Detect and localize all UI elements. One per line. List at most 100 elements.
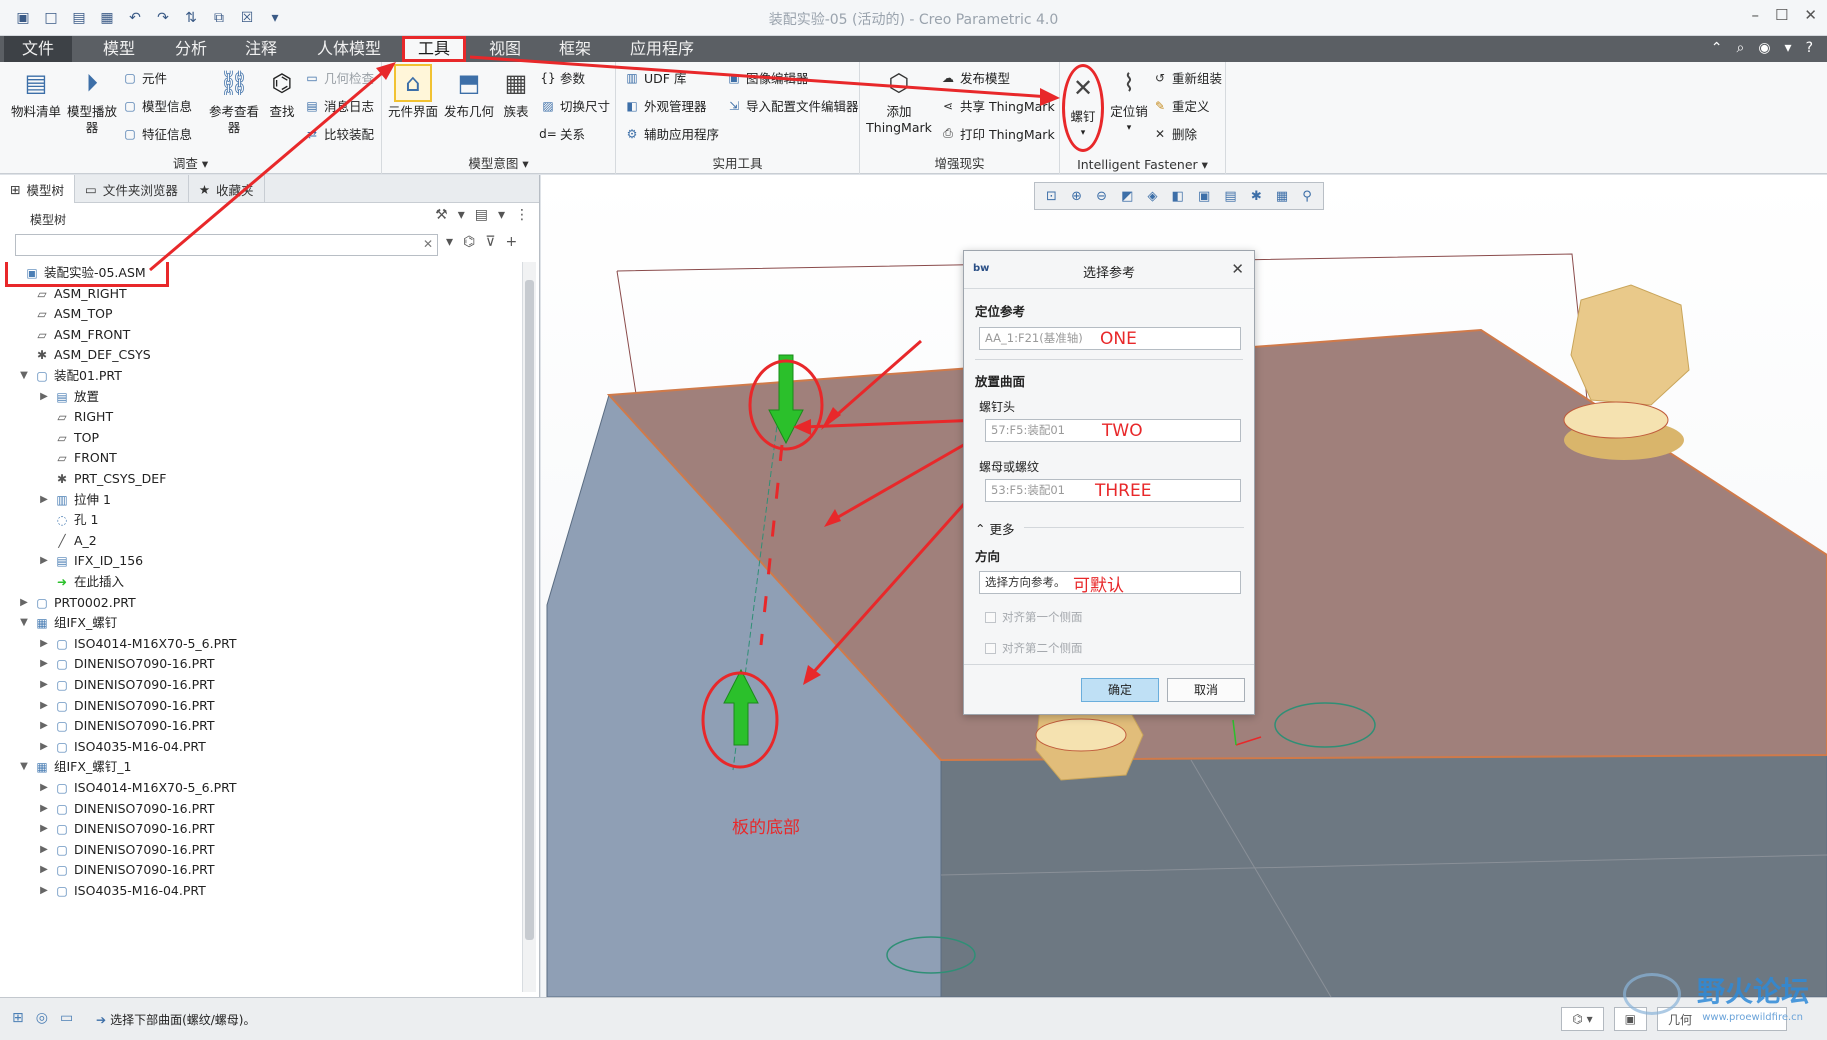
tree-expander[interactable]: ▶ xyxy=(38,859,50,881)
tree-node[interactable]: ▱ ASM_FRONT xyxy=(18,324,130,346)
image-editor-button[interactable]: ▣ 图像编辑器 xyxy=(726,68,808,87)
ribbon-group-label[interactable]: 模型意图 ▾ xyxy=(382,153,615,172)
selection-tool[interactable]: ⌬ ▾ xyxy=(1561,1007,1604,1031)
tree-expander[interactable]: ▶ xyxy=(38,386,50,408)
family-table-button[interactable]: ▦ 族表 xyxy=(496,66,536,120)
tree-expander[interactable]: ▼ xyxy=(18,365,30,387)
chevron-down-icon[interactable]: ▾ xyxy=(498,207,505,223)
component-info-button[interactable]: ▢ 元件 xyxy=(122,68,167,87)
tab-framework[interactable]: 框架 xyxy=(540,36,610,62)
more-toggle[interactable]: ⌃ 更多 xyxy=(975,519,1015,538)
tree-node[interactable]: ▶ ▥ 拉伸 1 xyxy=(38,489,111,511)
tree-root-assembly[interactable]: ▣ 装配实验-05.ASM xyxy=(5,262,169,287)
nav-icon[interactable]: ⊞ xyxy=(12,1010,24,1026)
tab-applications[interactable]: 应用程序 xyxy=(612,36,712,62)
tree-expander[interactable]: ▶ xyxy=(38,777,50,799)
tree-node[interactable]: ▱ RIGHT xyxy=(38,406,113,428)
repaint-icon[interactable]: ◩ xyxy=(1121,189,1133,204)
browser-icon[interactable]: ◎ xyxy=(36,1010,48,1026)
spin-center-icon[interactable]: ⚲ xyxy=(1302,189,1312,204)
tab-model-tree[interactable]: ⊞ 模型树 xyxy=(0,175,75,203)
delete-button[interactable]: ✕ 删除 xyxy=(1152,124,1197,143)
model-info-button[interactable]: ▢ 模型信息 xyxy=(122,96,192,115)
reference-viewer-button[interactable]: ⛓ 参考查看器 xyxy=(206,66,262,136)
dowel-pin-button[interactable]: ⌇ 定位销 ▾ xyxy=(1106,66,1152,136)
clear-search-icon[interactable]: ✕ xyxy=(423,237,433,251)
publish-model-button[interactable]: ☁ 发布模型 xyxy=(940,68,1010,87)
saved-orientations-icon[interactable]: ◧ xyxy=(1172,189,1184,204)
tree-node[interactable]: ▶ ▢ DINENISO7090-16.PRT xyxy=(38,839,214,861)
annotation-display-icon[interactable]: ▦ xyxy=(1276,189,1288,204)
tree-node[interactable]: ▶ ▢ DINENISO7090-16.PRT xyxy=(38,715,214,737)
tree-node[interactable]: ▶ ▢ DINENISO7090-16.PRT xyxy=(38,798,214,820)
tree-node[interactable]: ▶ ▢ DINENISO7090-16.PRT xyxy=(38,674,214,696)
tree-node[interactable]: ▶ ▢ ISO4014-M16X70-5_6.PRT xyxy=(38,777,236,799)
tree-node[interactable]: ✱ PRT_CSYS_DEF xyxy=(38,468,166,490)
close-icon[interactable]: ✕ xyxy=(1804,6,1817,24)
model-player-button[interactable]: ⏵ 模型播放器 xyxy=(64,66,120,136)
tree-expander[interactable]: ▶ xyxy=(38,674,50,696)
find-button[interactable]: ⌬ 查找 xyxy=(262,66,302,120)
tree-node[interactable]: ▼ ▦ 组IFX_螺钉_1 xyxy=(18,756,131,778)
collapse-ribbon-icon[interactable]: ⌃ xyxy=(1711,40,1723,56)
tree-node[interactable]: ▼ ▢ 装配01.PRT xyxy=(18,365,122,387)
compare-assembly-button[interactable]: ⇄ 比较装配 xyxy=(304,124,374,143)
ok-button[interactable]: 确定 xyxy=(1081,678,1159,702)
tab-file[interactable]: 文件 xyxy=(4,36,72,62)
udf-library-button[interactable]: ▥ UDF 库 xyxy=(624,68,686,87)
publish-geometry-button[interactable]: ⬒ 发布几何 xyxy=(442,66,496,120)
tree-node[interactable]: ▼ ▦ 组IFX_螺钉 xyxy=(18,612,117,634)
tab-folder-browser[interactable]: ▭ 文件夹浏览器 xyxy=(75,175,189,203)
tree-node[interactable]: ╱ A_2 xyxy=(38,530,96,552)
tree-node[interactable]: ▶ ▢ ISO4035-M16-04.PRT xyxy=(38,736,206,758)
parameters-button[interactable]: {} 参数 xyxy=(540,68,585,87)
chevron-down-icon[interactable]: ▾ xyxy=(446,234,453,250)
help-question-icon[interactable]: ? xyxy=(1806,40,1813,56)
geometry-check-button[interactable]: ▭ 几何检查 xyxy=(304,68,374,87)
align-first-side-checkbox[interactable]: 对齐第一个侧面 xyxy=(985,609,1083,625)
print-thingmark-button[interactable]: ⎙ 打印 ThingMark xyxy=(940,124,1055,143)
tree-node[interactable]: ▶ ▤ IFX_ID_156 xyxy=(38,550,143,572)
fullscreen-icon[interactable]: ▭ xyxy=(60,1010,73,1026)
tree-node[interactable]: ➜ 在此插入 xyxy=(38,571,124,593)
tree-node[interactable]: ✱ ASM_DEF_CSYS xyxy=(18,344,151,366)
auxiliary-apps-button[interactable]: ⚙ 辅助应用程序 xyxy=(624,124,719,143)
tree-node[interactable]: ▱ ASM_TOP xyxy=(18,303,112,325)
tree-search-input[interactable]: ✕ xyxy=(15,234,438,256)
message-log-button[interactable]: ▤ 消息日志 xyxy=(304,96,374,115)
tab-view[interactable]: 视图 xyxy=(470,36,540,62)
tab-tools[interactable]: 工具 xyxy=(402,36,466,62)
zoom-in-icon[interactable]: ⊕ xyxy=(1071,189,1082,204)
tree-columns-icon[interactable]: ⋮ xyxy=(515,207,529,223)
reassemble-button[interactable]: ↺ 重新组装 xyxy=(1152,68,1222,87)
screw-button[interactable]: ✕ 螺钉 ▾ xyxy=(1062,64,1104,152)
tree-show-icon[interactable]: ▤ xyxy=(475,207,488,223)
tree-expander[interactable]: ▶ xyxy=(38,695,50,717)
tree-expander[interactable]: ▶ xyxy=(38,880,50,902)
display-style-icon[interactable]: ◈ xyxy=(1148,189,1158,204)
tree-node[interactable]: ▶ ▤ 放置 xyxy=(38,386,99,408)
tree-expander[interactable]: ▶ xyxy=(38,736,50,758)
ribbon-group-label[interactable]: 调查 ▾ xyxy=(0,153,381,172)
tree-node[interactable]: ▶ ▢ DINENISO7090-16.PRT xyxy=(38,695,214,717)
tree-expander[interactable]: ▶ xyxy=(38,489,50,511)
tree-node[interactable]: ▱ FRONT xyxy=(38,447,116,469)
tree-node[interactable]: ◌ 孔 1 xyxy=(38,509,99,531)
datum-display-icon[interactable]: ✱ xyxy=(1251,189,1262,204)
perspective-icon[interactable]: ▤ xyxy=(1224,189,1236,204)
tab-model[interactable]: 模型 xyxy=(82,36,156,62)
minimize-icon[interactable]: – xyxy=(1751,6,1759,24)
switch-dimensions-button[interactable]: ▨ 切换尺寸 xyxy=(540,96,610,115)
bom-button[interactable]: ▤ 物料清单 xyxy=(8,66,64,120)
tree-expander[interactable]: ▶ xyxy=(38,839,50,861)
zoom-out-icon[interactable]: ⊖ xyxy=(1096,189,1107,204)
tree-expander[interactable]: ▶ xyxy=(38,715,50,737)
tree-expander[interactable]: ▶ xyxy=(38,653,50,675)
tree-expander[interactable]: ▶ xyxy=(18,592,30,614)
add-thingmark-button[interactable]: ⬡ 添加 ThingMark xyxy=(864,66,934,136)
display-options-icon[interactable]: ▾ xyxy=(1785,40,1792,56)
tree-node[interactable]: ▶ ▢ PRT0002.PRT xyxy=(18,592,136,614)
feature-info-button[interactable]: ▢ 特征信息 xyxy=(122,124,192,143)
tree-expander[interactable]: ▼ xyxy=(18,756,30,778)
tree-scrollbar[interactable] xyxy=(522,262,536,992)
